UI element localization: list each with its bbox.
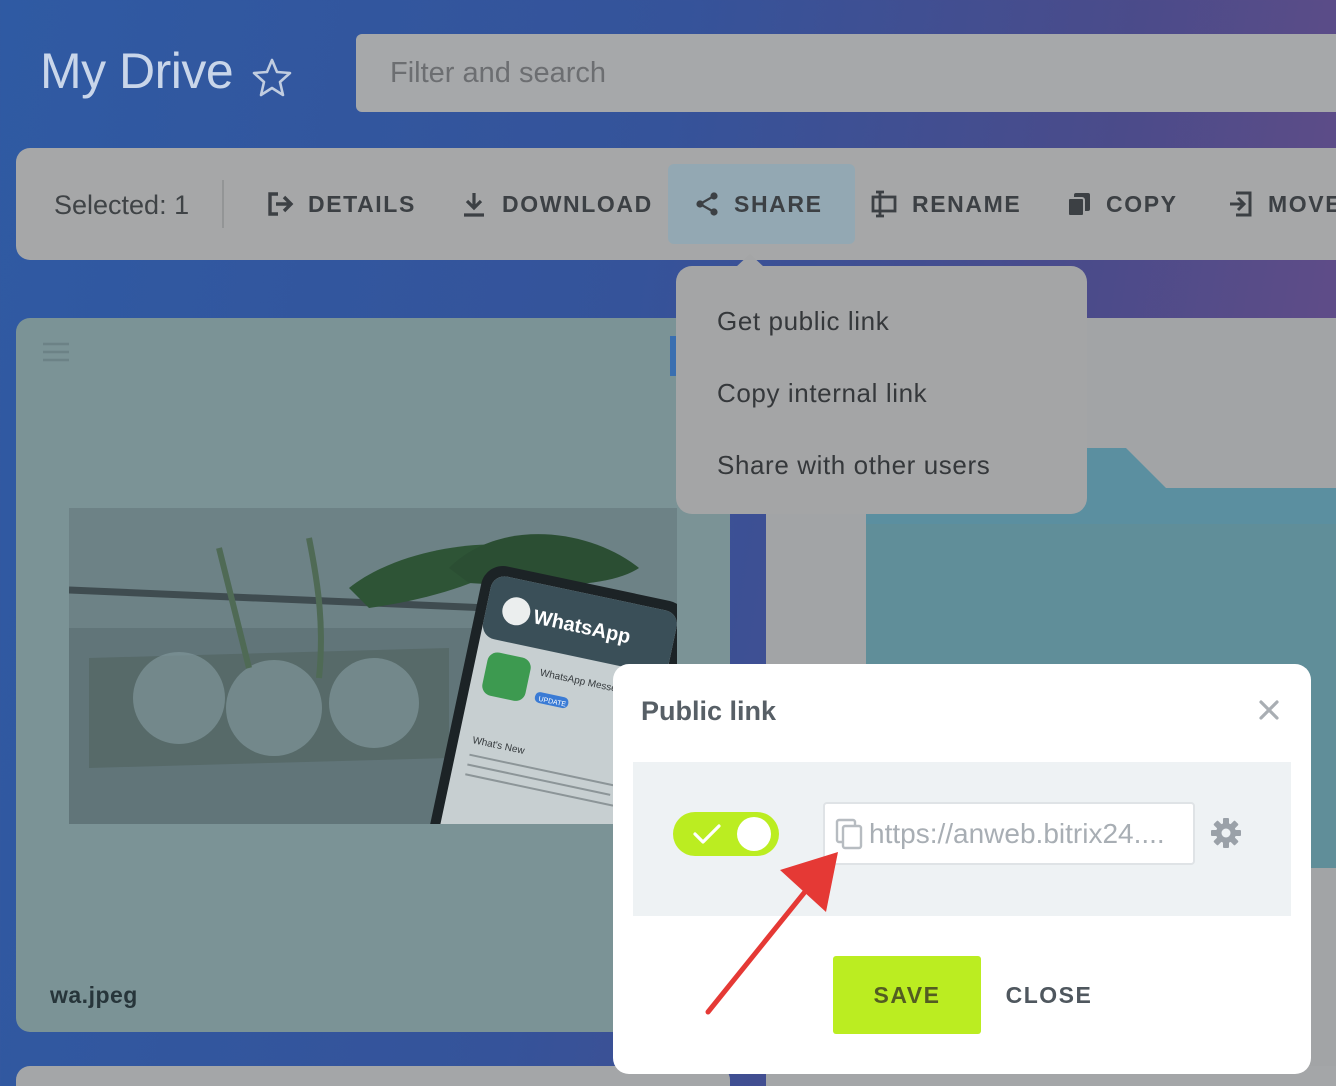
rename-icon [871, 190, 897, 218]
gear-icon[interactable] [1211, 818, 1241, 848]
download-icon [464, 193, 484, 217]
menu-icon[interactable] [43, 342, 69, 362]
dropdown-caret [736, 254, 764, 267]
copy-label: COPY [1106, 190, 1178, 217]
share-label: SHARE [734, 190, 823, 217]
search-box[interactable] [356, 34, 1336, 112]
copy-button[interactable]: COPY [1066, 164, 1178, 244]
close-button[interactable]: CLOSE [995, 956, 1103, 1034]
selected-count: Selected: 1 [54, 190, 190, 220]
action-toolbar: Selected: 1 DETAILS DOWNLOAD SHARE RENAM… [16, 148, 1336, 260]
toolbar-divider [222, 180, 224, 228]
share-icon [696, 192, 718, 216]
move-button[interactable]: MOVE [1228, 164, 1336, 244]
menu-item-share-with-users[interactable]: Share with other users [717, 450, 990, 481]
download-label: DOWNLOAD [502, 190, 653, 217]
share-dropdown: Get public link Copy internal link Share… [676, 254, 1087, 514]
check-icon [693, 824, 721, 844]
move-icon [1230, 191, 1252, 217]
public-link-input[interactable] [869, 804, 1191, 863]
rename-button[interactable]: RENAME [870, 164, 1021, 244]
public-link-field[interactable] [823, 802, 1195, 865]
save-button[interactable]: SAVE [833, 956, 981, 1034]
file-name: wa.jpeg [50, 982, 138, 1008]
star-icon[interactable] [250, 56, 294, 98]
public-link-toggle[interactable] [673, 812, 779, 856]
close-icon[interactable] [1257, 698, 1281, 722]
copy-link-icon[interactable] [835, 818, 863, 850]
search-input[interactable] [356, 34, 1336, 112]
download-button[interactable]: DOWNLOAD [460, 164, 653, 244]
page-title: My Drive [40, 43, 234, 99]
rename-label: RENAME [912, 190, 1022, 217]
share-button[interactable]: SHARE [668, 164, 855, 244]
menu-item-get-public-link[interactable]: Get public link [717, 306, 889, 337]
link-panel [633, 762, 1291, 916]
details-label: DETAILS [308, 190, 416, 217]
copy-icon [1067, 193, 1090, 217]
file-thumbnail: WhatsApp WhatsApp Messenger UPDATE What'… [69, 508, 677, 824]
menu-item-copy-internal-link[interactable]: Copy internal link [717, 378, 927, 409]
details-icon [268, 192, 294, 216]
details-button[interactable]: DETAILS [266, 164, 416, 244]
dialog-title: Public link [641, 696, 777, 726]
public-link-dialog: Public link https://anweb.bitrix24.... S… [613, 664, 1311, 1074]
move-label: MOVE [1268, 190, 1336, 217]
toggle-knob [737, 817, 771, 851]
